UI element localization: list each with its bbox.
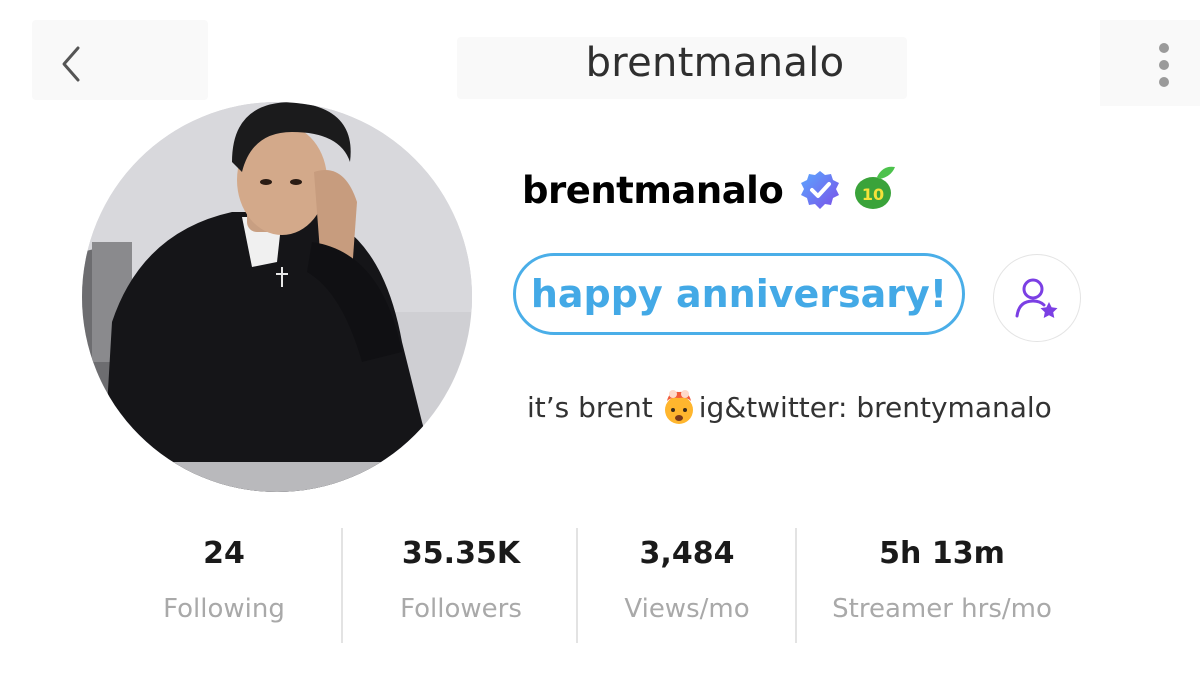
follow-button[interactable] <box>993 254 1081 342</box>
anniversary-chip[interactable]: happy anniversary! <box>513 253 965 335</box>
stat-value: 35.35K <box>401 536 521 571</box>
stat-label: Views/mo <box>624 594 750 624</box>
stat-value: 3,484 <box>639 536 735 571</box>
subscriber-badge-icon: 10 <box>855 166 896 209</box>
stat-value: 24 <box>203 536 245 571</box>
bio-text-suffix: ig&twitter: brentymanalo <box>698 390 1052 424</box>
stat-value: 5h 13m <box>879 536 1005 571</box>
stat-following[interactable]: 24 Following <box>105 528 343 643</box>
avatar[interactable] <box>82 102 472 492</box>
username-row: brentmanalo 10 <box>522 165 897 215</box>
exploding-head-emoji-icon <box>664 390 693 424</box>
bio: it’s brent ig&twitter: brentymanalo <box>527 387 1052 427</box>
chevron-left-icon[interactable] <box>58 44 84 84</box>
stat-followers[interactable]: 35.35K Followers <box>343 528 579 643</box>
user-star-icon <box>1015 278 1058 318</box>
bio-text-prefix: it’s brent <box>527 390 653 424</box>
stat-label: Followers <box>400 594 522 624</box>
profile-photo <box>82 102 472 492</box>
more-button-area <box>1100 20 1200 106</box>
more-vertical-icon[interactable] <box>1152 42 1176 88</box>
top-bar: brentmanalo <box>0 0 1200 110</box>
stat-streamer-hours[interactable]: 5h 13m Streamer hrs/mo <box>797 528 1087 643</box>
verified-badge-icon <box>801 171 840 209</box>
subscriber-badge-number: 10 <box>862 185 884 204</box>
page-title: brentmanalo <box>585 40 845 86</box>
stats-bar: 24 Following 35.35K Followers 3,484 View… <box>105 528 1105 643</box>
stat-label: Following <box>163 594 285 624</box>
stat-views[interactable]: 3,484 Views/mo <box>578 528 796 643</box>
stat-label: Streamer hrs/mo <box>832 594 1052 624</box>
username: brentmanalo <box>522 168 784 212</box>
